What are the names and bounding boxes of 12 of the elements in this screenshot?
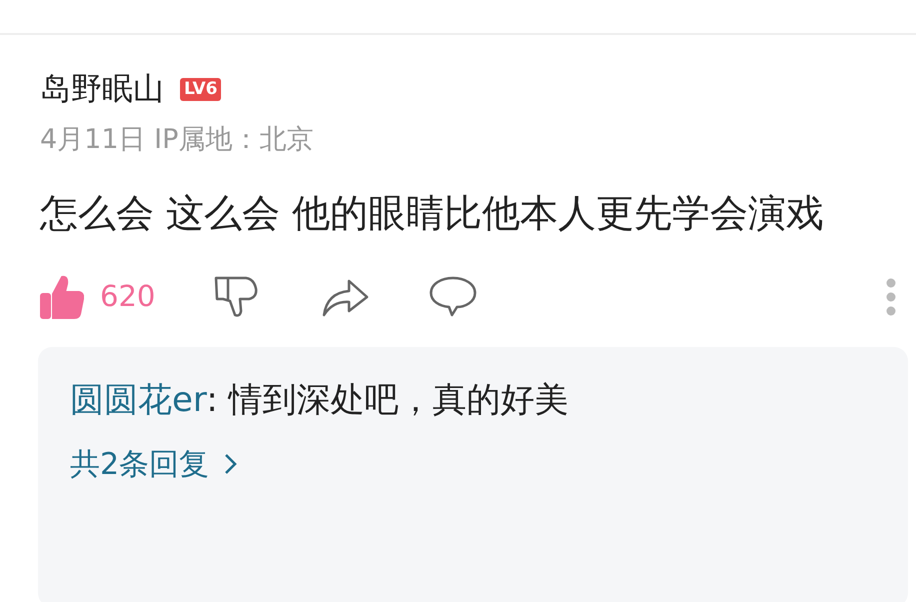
comment-text: 怎么会 这么会 他的眼睛比他本人更先学会演戏: [40, 190, 826, 237]
reply-text: 圆圆花er: 情到深处吧，真的好美: [70, 378, 570, 422]
like-count: 620: [100, 278, 156, 315]
view-replies-link[interactable]: 共2条回复: [70, 442, 240, 487]
like-button[interactable]: 620: [40, 274, 156, 320]
username[interactable]: 岛野眠山: [40, 71, 164, 108]
comment-button[interactable]: [429, 274, 478, 319]
level-badge: LV6: [180, 78, 222, 101]
reply-author[interactable]: 圆圆花er: [70, 380, 206, 420]
comment-meta: 4月11日 IP属地：北京: [40, 123, 314, 158]
thumbs-up-icon: [40, 274, 84, 320]
dislike-button[interactable]: [213, 274, 260, 319]
